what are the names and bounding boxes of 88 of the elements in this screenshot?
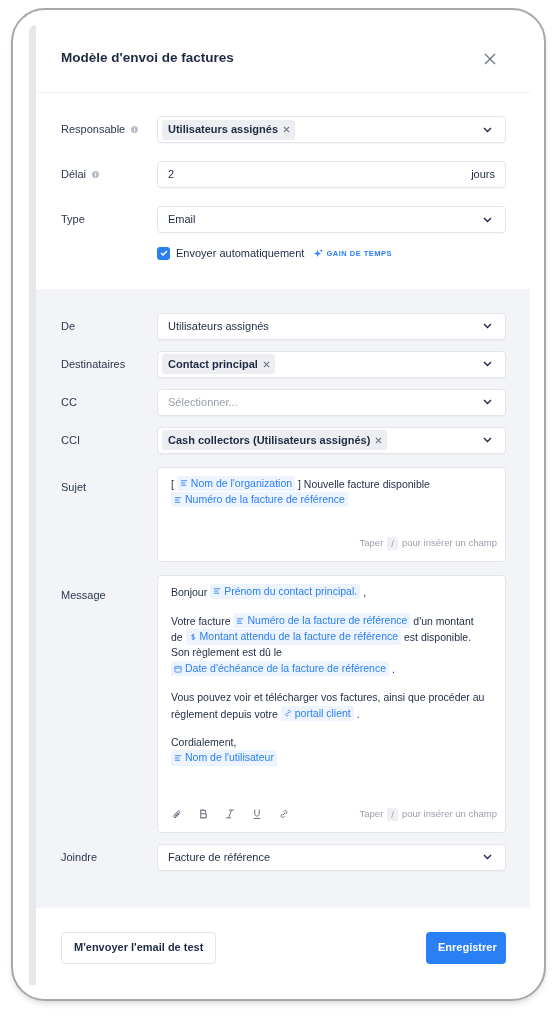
field-label: De [61,318,76,334]
lines-icon [236,616,245,625]
lines-icon [174,495,182,504]
field-value: Email [167,212,196,228]
select-field[interactable]: Email [157,206,506,233]
hint-text: pour insérer un champ [401,807,497,822]
field-value: Facture de référence [167,849,271,865]
field-label: Délai [61,167,87,183]
sparkle-icon [314,248,324,258]
lines-icon [213,587,222,596]
link-icon [283,709,292,718]
remove-icon[interactable] [262,360,270,368]
hint-text: Taper [359,536,384,551]
paperclip-icon[interactable] [171,809,181,820]
selected-tag: Utilisateurs assignés [162,119,296,140]
body-text: règlement depuis votre [171,707,278,720]
body-text: ] Nouvelle facture disponible [298,477,430,490]
field-label: CCI [61,432,80,448]
calendar-icon [174,664,182,673]
close-icon[interactable] [484,52,496,65]
field-label: Responsable [61,122,126,138]
body-text: d'un montant [413,614,474,627]
selected-tag: Cash collectors (Utilisateurs assignés) [162,430,388,450]
merge-field-tag[interactable]: Numéro de la facture de référence [233,612,411,629]
lines-icon [179,479,188,488]
select-field[interactable]: Cash collectors (Utilisateurs assignés) [157,426,506,454]
body-text: . [356,707,360,720]
chevron-down-icon [483,361,492,367]
checkbox-label: Envoyer automatiquement [176,246,305,261]
field-label: Joindre [61,849,98,865]
select-field[interactable]: Facture de référence [157,843,506,871]
remove-icon[interactable] [283,126,291,133]
body-text: Cordialement, [171,735,237,748]
body-text: Vous pouvez voir et télécharger vos factures, ainsi que procéder au [171,691,485,703]
body-text: , [363,585,367,598]
merge-field-tag[interactable]: Montant attendu de la facture de référence [185,629,402,645]
merge-field-tag[interactable]: Nom de l'organization [176,475,296,491]
text-editor[interactable] [157,574,506,833]
modal-title: Modèle d'envoi de factures [61,49,234,68]
remove-icon[interactable] [375,436,383,444]
field-label: CC [61,394,77,410]
selected-tag: Contact principal [162,354,275,374]
select-field[interactable]: Contact principal [157,350,506,378]
merge-field-tag[interactable]: Prénom du contact principal. [210,583,361,599]
checkbox[interactable] [157,246,170,260]
unit-label: jours [471,167,495,183]
field-label: Message [61,587,107,603]
chevron-down-icon [483,216,492,223]
body-text: . [392,662,395,675]
merge-field-tag[interactable]: Date d'échéance de la facture de référence [171,660,390,677]
merge-field-tag[interactable]: Nom de l'utilisateur [171,750,277,766]
select-field[interactable]: Sélectionner... [157,388,506,416]
chevron-down-icon [483,437,492,443]
lines-icon [174,754,182,762]
body-text: est disponible. [404,630,472,643]
field-value: 2 [167,167,175,183]
save-button[interactable]: Enregistrer [426,931,506,964]
select-field[interactable]: Utilisateurs assignés [157,312,506,340]
key-hint: / [387,536,398,550]
field-label: Type [61,212,85,228]
check-icon [159,250,168,257]
chevron-down-icon [483,399,492,405]
field-label: Destinataires [61,356,126,372]
body-text: de [171,630,183,643]
key-hint: / [387,807,398,821]
send-test-email-button[interactable]: M'envoyer l'email de test [61,931,217,964]
chevron-down-icon [483,323,492,329]
hint-text: pour insérer un champ [401,536,497,551]
field-value: Utilisateurs assignés [167,318,269,334]
body-text: Bonjour [171,585,208,598]
italic-icon[interactable] [225,809,235,820]
merge-field-tag[interactable]: portail client [280,705,354,721]
underline-icon[interactable] [252,809,262,820]
dollar-icon [188,632,197,641]
bold-icon[interactable] [198,809,208,820]
field-label: Sujet [61,479,88,495]
text-editor[interactable]: [ Nom de l'organization ] Nouvelle facture disponible Numéro de la facture de référence Taper / pour insérer un champ [157,466,506,562]
body-text: Votre facture [171,614,231,627]
body-text: Son règlement est dû le [171,646,282,659]
body-text: [ [171,477,174,490]
chevron-down-icon [483,854,492,860]
field-placeholder: Sélectionner... [167,394,238,410]
number-field[interactable]: 2 jours [157,161,506,188]
merge-field-tag[interactable]: Numéro de la facture de référence [171,491,348,508]
chevron-down-icon [483,126,492,133]
link-icon[interactable] [279,809,289,820]
hint-text: Taper [359,807,384,822]
select-field[interactable]: Utilisateurs assignés [157,116,506,143]
